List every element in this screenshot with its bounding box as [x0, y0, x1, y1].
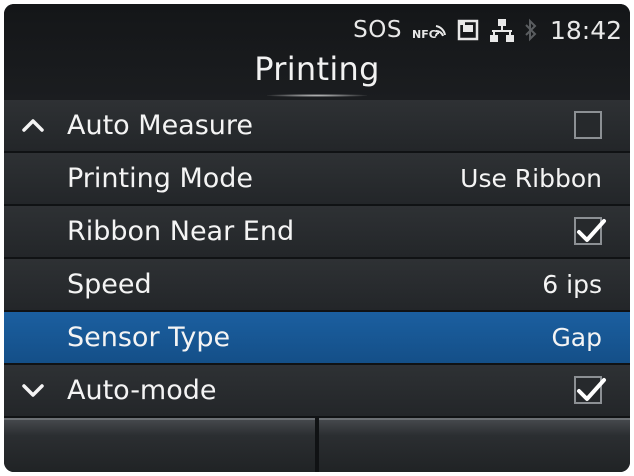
menu-item-ribbon-near-end[interactable]: Ribbon Near End: [4, 206, 630, 257]
menu-item-label: Auto Measure: [67, 110, 254, 141]
checkmark-icon: [577, 219, 606, 242]
sd-card-icon: [456, 18, 480, 42]
menu-item-printing-mode[interactable]: Printing Mode Use Ribbon: [4, 153, 630, 204]
bluetooth-icon: [524, 18, 538, 42]
menu-item-value: 6 ips: [542, 270, 602, 299]
auto-mode-checkbox[interactable]: [574, 376, 606, 404]
softkey-left[interactable]: [4, 418, 315, 472]
header: SOS NFC 18:42 Printing: [4, 4, 630, 100]
title-underline: [267, 94, 367, 97]
auto-measure-checkbox[interactable]: [574, 111, 602, 139]
menu-item-label: Auto-mode: [67, 375, 217, 406]
nfc-label: NFC: [412, 28, 437, 41]
menu-item-label: Ribbon Near End: [67, 216, 295, 247]
network-icon: [489, 18, 514, 42]
softkey-bar: [4, 418, 630, 472]
checkmark-icon: [577, 378, 606, 401]
chevron-up-icon[interactable]: [20, 113, 46, 137]
settings-list: Auto Measure Printing Mode Use Ribbon Ri…: [4, 100, 630, 418]
chevron-down-icon[interactable]: [20, 378, 46, 402]
ribbon-near-end-checkbox[interactable]: [574, 217, 606, 245]
softkey-right[interactable]: [319, 418, 630, 472]
sos-indicator: SOS: [353, 17, 402, 43]
clock: 18:42: [549, 15, 622, 45]
menu-item-auto-mode[interactable]: Auto-mode: [4, 365, 630, 416]
menu-item-auto-measure[interactable]: Auto Measure: [4, 100, 630, 151]
menu-item-label: Printing Mode: [67, 163, 254, 194]
menu-item-label: Speed: [67, 269, 152, 300]
menu-item-sensor-type[interactable]: Sensor Type Gap: [4, 312, 630, 363]
menu-item-speed[interactable]: Speed 6 ips: [4, 259, 630, 310]
menu-item-label: Sensor Type: [67, 322, 231, 353]
menu-item-value: Gap: [551, 323, 602, 352]
nfc-signal-icon: NFC: [412, 19, 446, 41]
printer-display: SOS NFC 18:42 Printing Auto Measure Prin…: [4, 4, 630, 472]
status-bar: SOS NFC 18:42: [353, 14, 622, 46]
page-title: Printing: [254, 50, 380, 88]
menu-item-value: Use Ribbon: [460, 164, 602, 193]
